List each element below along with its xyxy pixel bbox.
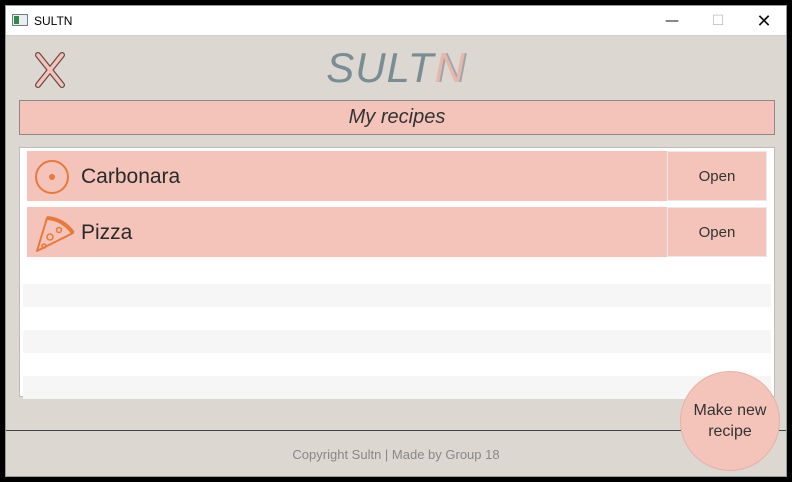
window-close-button[interactable]: ✕ bbox=[741, 6, 787, 36]
window-title: SULTN bbox=[34, 14, 73, 28]
recipe-name: Pizza bbox=[81, 221, 133, 244]
recipe-row-pizza[interactable]: Pizza Open bbox=[27, 207, 767, 257]
logo-accent-letter: N bbox=[434, 44, 466, 91]
app-window-icon bbox=[12, 14, 28, 26]
logo-main-text: SULT bbox=[326, 44, 435, 91]
list-stripe bbox=[23, 284, 771, 307]
app-logo: SULTN bbox=[6, 44, 786, 92]
list-stripe bbox=[23, 376, 771, 399]
footer-copyright: Copyright Sultn | Made by Group 18 bbox=[292, 447, 500, 462]
recipe-list: Carbonara Open Pizza Open bbox=[19, 147, 775, 399]
pizza-icon bbox=[33, 213, 75, 253]
app-window: SULTN — ☐ ✕ SULTN My recipes Carbonara O… bbox=[5, 5, 787, 477]
maximize-button[interactable]: ☐ bbox=[695, 6, 741, 36]
recipe-row-carbonara[interactable]: Carbonara Open bbox=[27, 151, 767, 201]
title-bar[interactable]: SULTN — ☐ ✕ bbox=[6, 6, 786, 36]
footer-divider bbox=[6, 430, 786, 431]
recipe-name: Carbonara bbox=[81, 165, 181, 188]
make-new-recipe-button[interactable]: Make new recipe bbox=[680, 371, 780, 471]
plate-icon bbox=[33, 157, 73, 197]
open-recipe-button[interactable]: Open bbox=[667, 207, 767, 257]
page-title: My recipes bbox=[19, 100, 775, 135]
minimize-button[interactable]: — bbox=[649, 6, 695, 36]
list-stripe bbox=[23, 330, 771, 353]
open-recipe-button[interactable]: Open bbox=[667, 151, 767, 201]
